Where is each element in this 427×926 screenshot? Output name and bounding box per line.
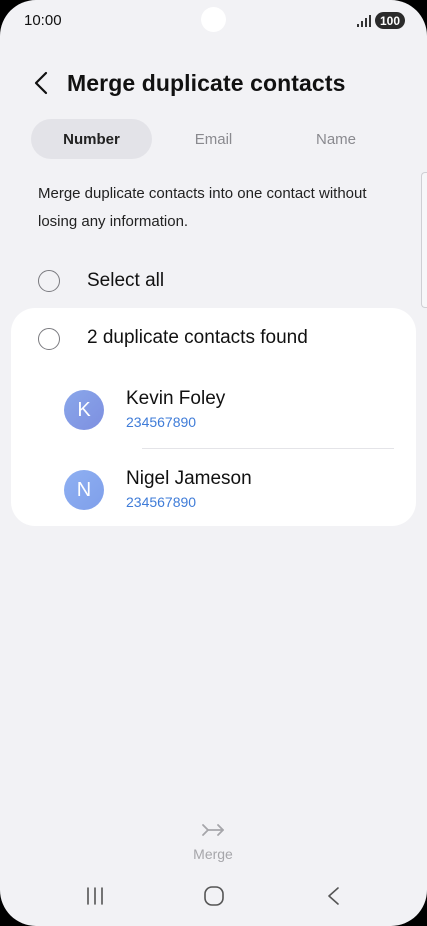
description-text: Merge duplicate contacts into one contac… <box>38 185 367 230</box>
status-time: 10:00 <box>24 12 62 29</box>
page-title: Merge duplicate contacts <box>67 70 346 96</box>
avatar: N <box>64 470 104 510</box>
merge-label: Merge <box>193 846 233 862</box>
select-all-radio[interactable] <box>38 270 60 292</box>
header: Merge duplicate contacts <box>0 62 427 106</box>
contact-number: 234567890 <box>126 414 197 430</box>
avatar: K <box>64 390 104 430</box>
duplicate-group-card: 2 duplicate contacts found K Kevin Foley… <box>11 308 416 526</box>
tab-email[interactable]: Email <box>153 119 274 159</box>
navigation-bar <box>0 876 427 926</box>
select-all-label: Select all <box>87 270 165 291</box>
duplicate-group-header[interactable]: 2 duplicate contacts found <box>11 320 416 356</box>
duplicate-group-label: 2 duplicate contacts found <box>87 327 308 348</box>
phone-screen: 10:00 100 Merge duplicate contacts Numbe… <box>0 0 427 926</box>
back-button[interactable] <box>26 68 56 98</box>
recent-apps-icon[interactable] <box>85 885 105 907</box>
home-icon[interactable] <box>203 885 225 907</box>
tab-name[interactable]: Name <box>274 119 398 159</box>
battery-icon: 100 <box>375 12 405 29</box>
divider <box>142 448 394 449</box>
contact-item[interactable]: N Nigel Jameson 234567890 <box>11 462 416 518</box>
contact-name: Nigel Jameson <box>126 468 252 489</box>
contact-number: 234567890 <box>126 494 197 510</box>
duplicate-group-radio[interactable] <box>38 328 60 350</box>
merge-button[interactable]: Merge <box>173 818 253 868</box>
status-bar: 10:00 100 <box>0 0 427 44</box>
select-all-row[interactable]: Select all <box>0 262 427 300</box>
contact-name: Kevin Foley <box>126 388 226 409</box>
signal-icon <box>357 15 371 27</box>
back-nav-icon[interactable] <box>324 885 344 907</box>
chevron-left-icon <box>34 71 48 95</box>
tab-number[interactable]: Number <box>31 119 152 159</box>
merge-icon <box>202 824 224 836</box>
tab-bar: Number Email Name <box>31 119 398 159</box>
front-camera <box>201 7 226 32</box>
contact-item[interactable]: K Kevin Foley 234567890 <box>11 382 416 438</box>
